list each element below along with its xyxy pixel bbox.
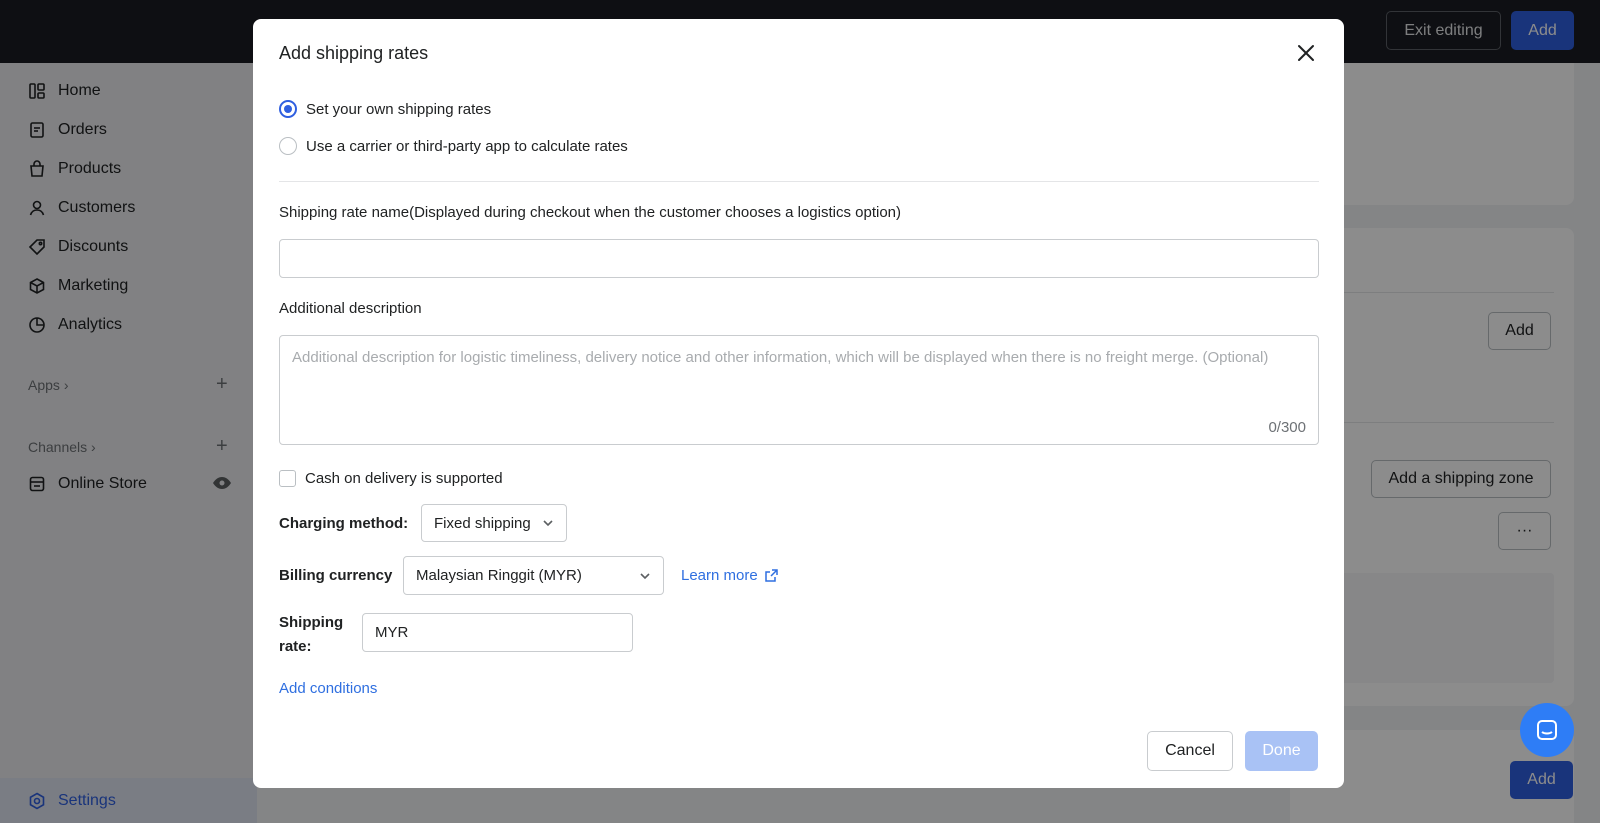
- add-shipping-rates-dialog: Add shipping rates Set your own shipping…: [253, 19, 1344, 788]
- radio-button[interactable]: [279, 137, 297, 155]
- charging-method-label: Charging method:: [279, 515, 409, 532]
- shipping-rate-label: Shipping rate:: [279, 614, 344, 655]
- rate-name-hint: (Displayed during checkout when the cust…: [409, 204, 902, 221]
- radio-own-rates[interactable]: Set your own shipping rates: [279, 100, 491, 118]
- chevron-down-icon: [542, 519, 554, 527]
- radio-label: Set your own shipping rates: [306, 100, 492, 118]
- cancel-button[interactable]: Cancel: [1147, 731, 1233, 771]
- charging-method-select[interactable]: Fixed shipping: [421, 504, 567, 542]
- done-button[interactable]: Done: [1245, 731, 1318, 771]
- billing-currency-select[interactable]: Malaysian Ringgit (MYR): [403, 556, 664, 595]
- cod-checkbox[interactable]: [279, 470, 296, 487]
- divider: [279, 181, 1319, 182]
- external-link-icon: [764, 569, 778, 582]
- rate-name-input[interactable]: [279, 239, 1319, 278]
- description-placeholder: Additional description for logistic time…: [292, 349, 1269, 366]
- character-counter: 0/300: [1268, 419, 1306, 436]
- close-button[interactable]: [1294, 41, 1318, 65]
- dialog-title: Add shipping rates: [279, 43, 429, 63]
- chevron-down-icon: [639, 572, 651, 580]
- description-textarea[interactable]: Additional description for logistic time…: [279, 335, 1319, 445]
- rate-name-label: Shipping rate name(Displayed during chec…: [279, 204, 902, 221]
- description-label: Additional description: [279, 300, 422, 317]
- shipping-rate-input[interactable]: MYR: [362, 613, 633, 652]
- add-conditions-link[interactable]: Add conditions: [279, 680, 377, 697]
- chat-icon: [1537, 720, 1557, 740]
- radio-label: Use a carrier or third-party app to calc…: [306, 137, 628, 155]
- checkbox-label: Cash on delivery is supported: [305, 470, 503, 487]
- currency-prefix: MYR: [375, 624, 409, 641]
- billing-currency-label: Billing currency: [279, 567, 393, 584]
- radio-carrier-rates[interactable]: Use a carrier or third-party app to calc…: [279, 137, 628, 155]
- chat-support-button[interactable]: [1520, 703, 1574, 757]
- cod-option[interactable]: Cash on delivery is supported: [279, 470, 503, 487]
- radio-button-checked[interactable]: [279, 100, 297, 118]
- learn-more-link[interactable]: Learn more: [681, 567, 779, 584]
- close-icon: [1298, 45, 1314, 61]
